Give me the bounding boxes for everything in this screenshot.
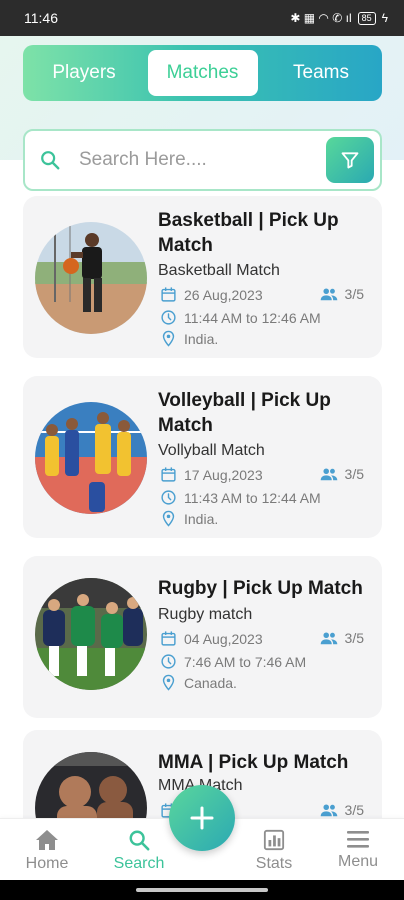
nav-home[interactable]: Home [12, 829, 82, 873]
clock-icon [161, 490, 176, 505]
match-date-text: 17 Aug,2023 [184, 466, 263, 483]
gesture-handle[interactable] [136, 888, 268, 892]
match-location: Canada. [160, 674, 237, 691]
charging-icon: ϟ [381, 11, 388, 25]
home-icon [36, 830, 58, 850]
stats-icon [263, 829, 285, 851]
match-location-text: India. [184, 510, 219, 527]
filter-icon [341, 152, 359, 169]
status-glyphs: ✱ ▦ ◠ ✆ ıl [290, 11, 352, 25]
location-pin-icon [162, 330, 175, 347]
match-date-text: 04 Aug,2023 [184, 630, 263, 647]
location-pin-icon [162, 674, 175, 691]
search-input[interactable] [79, 149, 326, 171]
match-players-text: 3/5 [344, 630, 364, 646]
calendar-icon [161, 287, 176, 302]
match-players: 3/5 [320, 630, 364, 646]
match-date-text: 26 Aug,2023 [184, 286, 263, 303]
match-location: India. [160, 510, 218, 527]
rugby-players-photo [35, 578, 147, 690]
tab-players[interactable]: Players [29, 50, 139, 96]
match-title: Basketball | Pick Up Match [158, 210, 339, 256]
clock-icon [161, 654, 176, 669]
match-date: 17 Aug,2023 [160, 466, 263, 483]
match-players: 3/5 [320, 802, 364, 818]
nav-stats-label: Stats [255, 855, 293, 872]
match-players-text: 3/5 [344, 466, 364, 482]
match-card[interactable]: Rugby | Pick Up Match Rugby match 04 Aug… [23, 556, 382, 718]
nav-stats[interactable]: Stats [239, 829, 309, 873]
search-bar [23, 129, 382, 191]
match-card[interactable]: Basketball | Pick Up Match Basketball Ma… [23, 196, 382, 358]
calendar-icon [161, 631, 176, 646]
match-players-text: 3/5 [344, 802, 364, 818]
calendar-icon [161, 467, 176, 482]
group-icon [320, 468, 337, 481]
match-time: 11:43 AM to 12:44 AM [160, 489, 321, 506]
nav-search[interactable]: Search [104, 829, 174, 873]
menu-icon [347, 831, 369, 848]
segment-tabs: Players Matches Teams [23, 45, 382, 101]
group-icon [320, 804, 337, 817]
match-time-text: 7:46 AM to 7:46 AM [184, 653, 307, 670]
group-icon [320, 632, 337, 645]
match-location: India. [160, 330, 218, 347]
match-players: 3/5 [320, 466, 364, 482]
nav-home-label: Home [25, 855, 69, 872]
clock-icon [161, 310, 176, 325]
search-icon [129, 830, 150, 851]
nav-menu-label: Menu [337, 853, 379, 870]
nav-menu[interactable]: Menu [323, 829, 393, 871]
match-card[interactable]: Volleyball | Pick Up Match Vollyball Mat… [23, 376, 382, 538]
basketball-player-photo [35, 222, 147, 334]
match-date: 04 Aug,2023 [160, 630, 263, 647]
group-icon [320, 288, 337, 301]
status-icons: ✱ ▦ ◠ ✆ ıl 85 ϟ [290, 11, 388, 25]
match-title: MMA | Pick Up Match [158, 752, 349, 773]
match-time-text: 11:43 AM to 12:44 AM [184, 489, 321, 506]
match-time: 11:44 AM to 12:46 AM [160, 309, 321, 326]
status-bar: 11:46 ✱ ▦ ◠ ✆ ıl 85 ϟ [0, 0, 404, 36]
tab-matches[interactable]: Matches [147, 50, 258, 96]
add-match-button[interactable] [169, 785, 235, 851]
filter-button[interactable] [326, 137, 374, 183]
match-subtitle: Basketball Match [158, 262, 280, 279]
match-date: 26 Aug,2023 [160, 286, 263, 303]
match-players-text: 3/5 [344, 286, 364, 302]
match-subtitle: Vollyball Match [158, 442, 265, 459]
match-players: 3/5 [320, 286, 364, 302]
status-time: 11:46 [24, 10, 58, 26]
match-title: Volleyball | Pick Up Match [158, 390, 331, 436]
match-time-text: 11:44 AM to 12:46 AM [184, 309, 321, 326]
match-location-text: Canada. [184, 674, 237, 691]
match-subtitle: Rugby match [158, 606, 253, 623]
volleyball-players-photo [35, 402, 147, 514]
nav-search-label: Search [113, 855, 165, 872]
match-title: Rugby | Pick Up Match [158, 578, 363, 599]
location-pin-icon [162, 510, 175, 527]
tab-teams[interactable]: Teams [266, 50, 376, 96]
match-location-text: India. [184, 330, 219, 347]
plus-icon [190, 806, 214, 830]
match-time: 7:46 AM to 7:46 AM [160, 653, 306, 670]
battery-icon: 85 [357, 11, 376, 25]
search-icon [41, 151, 60, 170]
